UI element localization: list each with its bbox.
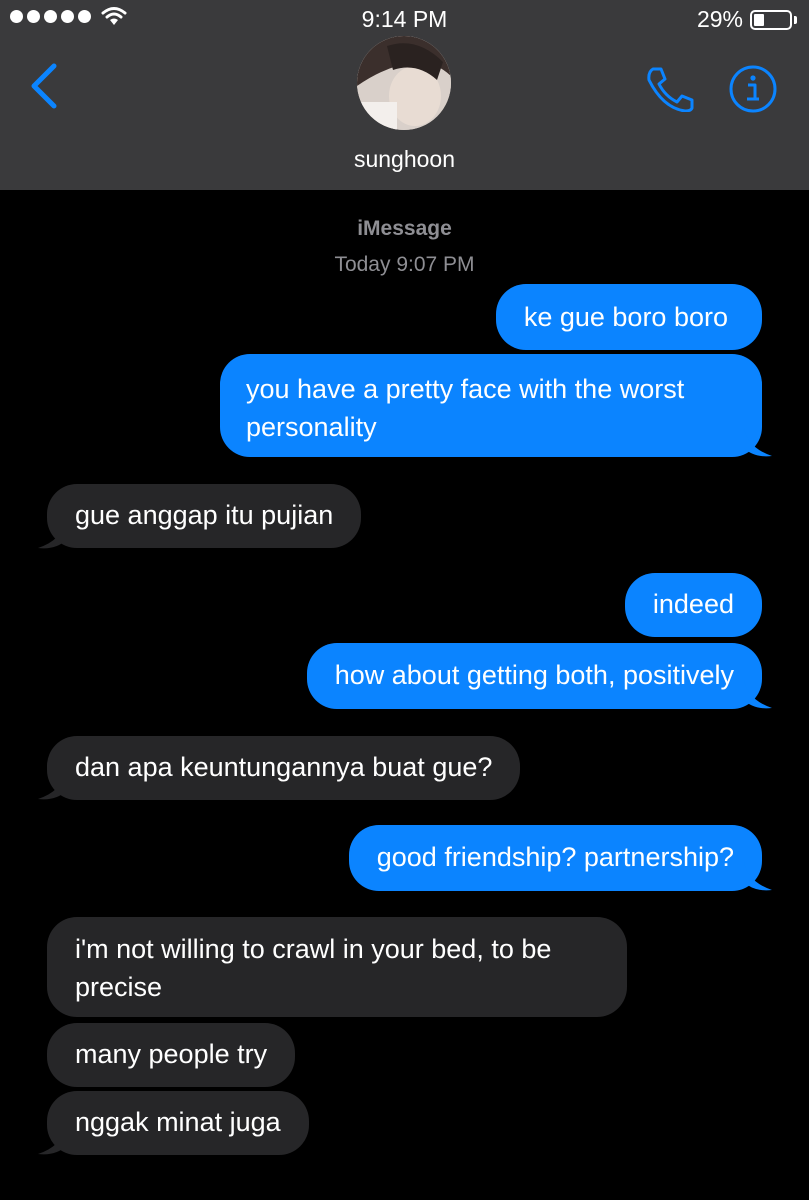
bubble-tail: [744, 680, 772, 709]
message-bubble-sent[interactable]: how about getting both, positively: [306, 643, 762, 709]
back-chevron-icon: [31, 63, 57, 109]
bubble-tail: [744, 862, 772, 891]
timestamp-time: 9:07 PM: [396, 253, 475, 276]
message-bubble-received[interactable]: gue anggap itu pujian: [47, 484, 362, 548]
phone-icon: [647, 67, 694, 113]
thread-timestamp: Today 9:07 PM: [0, 253, 809, 277]
avatar[interactable]: [357, 36, 451, 130]
message-text: many people try: [75, 1039, 268, 1069]
message-text: good friendship? partnership?: [376, 842, 734, 872]
message-text-line: personality: [246, 412, 377, 442]
message-text-line: precise: [75, 972, 163, 1002]
battery-status: 29%: [697, 6, 797, 33]
timestamp-day: Today: [334, 253, 391, 276]
info-icon: [729, 65, 777, 113]
bubble-tail: [38, 520, 66, 549]
message-text: ke gue boro boro: [523, 302, 728, 332]
battery-percent: 29%: [696, 6, 743, 32]
call-button[interactable]: [645, 66, 695, 113]
message-bubble-received[interactable]: dan apa keuntungannya buat gue?: [47, 736, 521, 800]
message-text: how about getting both, positively: [334, 660, 734, 690]
contact-name[interactable]: sunghoon: [0, 146, 809, 173]
bubble-tail: [744, 428, 772, 457]
message-text: gue anggap itu pujian: [75, 500, 334, 530]
avatar-photo: [357, 36, 451, 130]
message-bubble-sent[interactable]: indeed: [624, 573, 762, 637]
message-text-line: i'm not willing to crawl in your bed, to…: [75, 934, 552, 964]
bubble-tail: [38, 1126, 66, 1155]
message-bubble-sent[interactable]: good friendship? partnership?: [348, 825, 762, 891]
message-bubble-received[interactable]: i'm not willing to crawl in your bed, to…: [47, 917, 627, 1017]
bubble-tail: [38, 771, 66, 800]
message-bubble-received[interactable]: nggak minat juga: [47, 1091, 309, 1155]
message-text-line: you have a pretty face with the worst: [246, 374, 685, 404]
message-bubble-sent[interactable]: ke gue boro boro: [495, 284, 762, 350]
message-text: nggak minat juga: [75, 1107, 281, 1137]
battery-icon: [750, 9, 792, 30]
message-text: indeed: [652, 589, 734, 619]
message-text: dan apa keuntungannya buat gue?: [75, 752, 493, 782]
service-label: iMessage: [357, 217, 452, 240]
conversation-header: 9:14 PM 29% sunghoon: [0, 0, 809, 190]
info-button[interactable]: [728, 64, 778, 114]
message-bubble-sent[interactable]: you have a pretty face with the worst pe…: [220, 354, 762, 457]
back-button[interactable]: [26, 62, 66, 110]
status-time: 9:14 PM: [361, 6, 448, 32]
message-bubble-received[interactable]: many people try: [47, 1023, 296, 1087]
